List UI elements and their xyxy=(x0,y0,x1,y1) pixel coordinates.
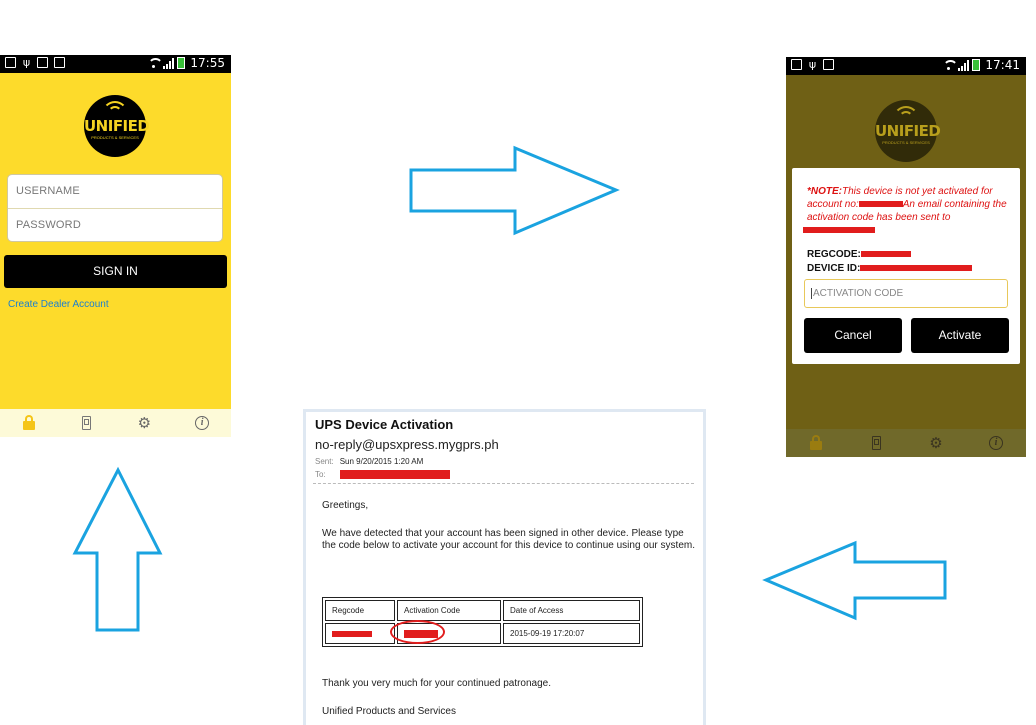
note-label: *NOTE: xyxy=(807,186,842,197)
lock-icon xyxy=(810,435,822,450)
tab-device[interactable] xyxy=(861,431,891,455)
image-icon xyxy=(54,57,65,68)
tab-settings[interactable]: ⚙ xyxy=(129,411,159,435)
wifi-icon xyxy=(942,59,959,71)
redacted-regcode xyxy=(860,251,911,258)
mobile-icon xyxy=(871,436,881,450)
activation-code-input[interactable]: ACTIVATION CODE xyxy=(804,279,1008,308)
sign-in-button[interactable]: SIGN IN xyxy=(4,255,227,288)
status-bar: ψ 17:41 xyxy=(786,57,1026,75)
table-header: Regcode xyxy=(325,600,395,621)
activation-note: *NOTE:This device is not yet activated f… xyxy=(803,185,1007,237)
battery-icon xyxy=(972,59,981,71)
tab-info[interactable]: i xyxy=(981,431,1011,455)
lock-icon xyxy=(22,415,35,430)
status-time: 17:41 xyxy=(985,58,1020,72)
redacted-device-id xyxy=(860,265,973,272)
table-header: Date of Access xyxy=(503,600,640,621)
activation-screen: ψ 17:41 UNIFIED PRODUCTS & SERVICES *NOT… xyxy=(786,57,1026,457)
regcode-cell xyxy=(325,623,395,644)
activation-dialog: *NOTE:This device is not yet activated f… xyxy=(792,168,1020,364)
email-to: To: xyxy=(315,470,450,480)
battery-icon xyxy=(177,57,186,69)
mobile-icon xyxy=(82,416,92,430)
signal-icon xyxy=(163,57,175,69)
username-input[interactable]: USERNAME xyxy=(8,175,222,208)
notification-icon xyxy=(5,57,16,68)
email-subject: UPS Device Activation xyxy=(315,417,454,432)
activation-email: UPS Device Activation no-reply@upsxpress… xyxy=(303,409,706,725)
email-body: We have detected that your account has b… xyxy=(322,528,695,551)
redacted-account xyxy=(858,201,903,208)
highlight-circle xyxy=(390,620,445,644)
email-thanks: Thank you very much for your continued p… xyxy=(322,678,552,689)
arrow-up-icon xyxy=(72,466,163,632)
login-form: USERNAME PASSWORD xyxy=(7,174,223,242)
wifi-icon xyxy=(147,57,164,69)
status-bar: ψ 17:55 xyxy=(0,55,231,73)
redacted-regcode xyxy=(332,630,372,637)
login-screen: ψ 17:55 UNIFIED PRODUCTS & SERVICES USER… xyxy=(0,55,231,437)
settings-icon: ⚙ xyxy=(929,435,943,452)
arrow-left-icon xyxy=(762,540,947,621)
sim-icon xyxy=(37,57,48,68)
settings-icon: ⚙ xyxy=(137,415,152,432)
device-id-line: DEVICE ID: xyxy=(807,263,973,274)
password-input[interactable]: PASSWORD xyxy=(8,208,222,241)
unified-logo: UNIFIED PRODUCTS & SERVICES xyxy=(84,95,150,157)
email-sent: Sent: Sun 9/20/2015 1:20 AM xyxy=(315,457,424,466)
table-row: 2015-09-19 17:20:07 xyxy=(325,623,640,644)
info-icon: i xyxy=(989,436,1003,450)
tab-lock[interactable] xyxy=(14,411,44,435)
tab-settings[interactable]: ⚙ xyxy=(921,431,951,455)
usb-icon: ψ xyxy=(808,58,817,71)
sim-icon xyxy=(823,59,834,70)
signal-icon xyxy=(958,59,970,71)
table-header: Activation Code xyxy=(397,600,501,621)
tab-lock[interactable] xyxy=(801,431,831,455)
activation-table: Regcode Activation Code Date of Access 2… xyxy=(322,597,643,647)
regcode-line: REGCODE: xyxy=(807,249,911,260)
redacted-email xyxy=(803,227,875,234)
info-icon: i xyxy=(195,416,210,430)
email-signature: Unified Products and Services xyxy=(322,706,456,717)
cancel-button[interactable]: Cancel xyxy=(804,318,902,353)
date-cell: 2015-09-19 17:20:07 xyxy=(503,623,640,644)
activate-button[interactable]: Activate xyxy=(911,318,1009,353)
usb-icon: ψ xyxy=(22,56,31,69)
bottom-tab-bar: ⚙ i xyxy=(786,429,1026,457)
tab-info[interactable]: i xyxy=(187,411,217,435)
header-divider xyxy=(313,483,694,484)
tab-device[interactable] xyxy=(72,411,102,435)
create-dealer-account-link[interactable]: Create Dealer Account xyxy=(8,299,109,310)
status-time: 17:55 xyxy=(190,56,225,70)
email-sender: no-reply@upsxpress.mygprs.ph xyxy=(315,437,499,452)
redacted-recipient xyxy=(339,470,450,480)
bottom-tab-bar: ⚙ i xyxy=(0,409,231,437)
notification-icon xyxy=(791,59,802,70)
email-greeting: Greetings, xyxy=(322,500,369,511)
unified-logo: UNIFIED PRODUCTS & SERVICES xyxy=(875,100,941,162)
arrow-right-icon xyxy=(409,145,620,236)
